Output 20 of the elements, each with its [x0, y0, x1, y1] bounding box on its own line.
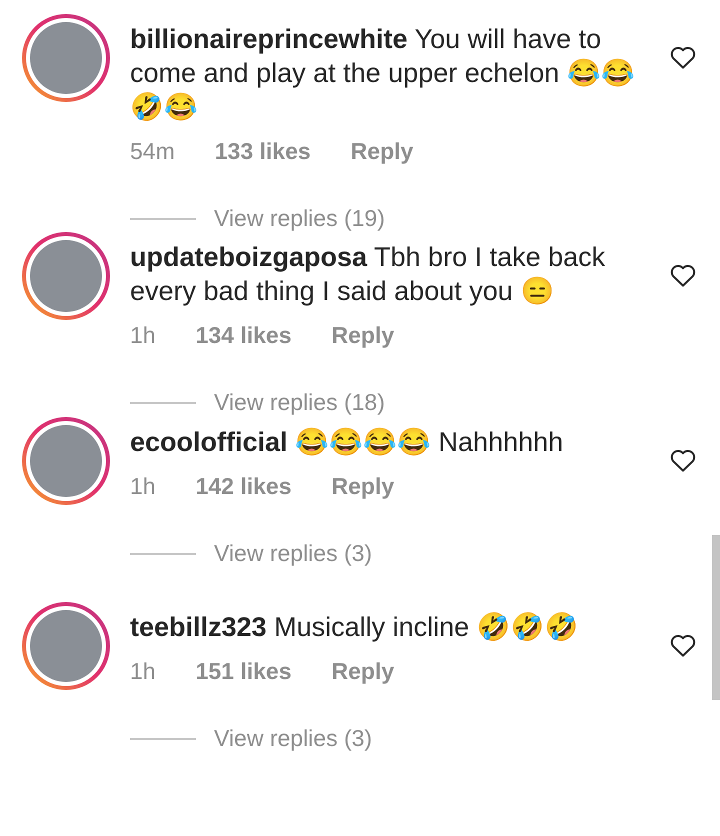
reply-button[interactable]: Reply	[332, 322, 394, 349]
likes-link[interactable]: 133 likes	[214, 138, 311, 165]
view-replies-link[interactable]: View replies (3)	[214, 540, 372, 567]
reply-button[interactable]: Reply	[332, 473, 394, 500]
comment-time: 1h	[130, 473, 156, 500]
likes-link[interactable]: 142 likes	[196, 473, 292, 500]
comment-time: 1h	[130, 322, 156, 349]
comment-text: updateboizgaposa Tbh bro I take back every bad thing I said about you 😑	[130, 241, 606, 308]
comment-text: ecoolofficial 😂😂😂😂 Nahhhhhh	[130, 426, 564, 459]
comment-text: billionaireprincewhite You will have to come and play at the upper echelon 😂😂🤣😂	[130, 23, 636, 124]
comment-time: 1h	[130, 658, 156, 685]
likes-link[interactable]: 134 likes	[196, 322, 292, 349]
reply-button[interactable]: Reply	[350, 138, 414, 165]
comment-text: teebillz323 Musically incline 🤣🤣🤣	[130, 611, 580, 644]
view-replies-link[interactable]: View replies (19)	[214, 205, 385, 232]
reply-button[interactable]: Reply	[332, 658, 394, 685]
comment-time: 54m	[130, 138, 175, 165]
likes-link[interactable]: 151 likes	[196, 658, 292, 685]
view-replies-link[interactable]: View replies (18)	[214, 389, 385, 416]
view-replies-link[interactable]: View replies (3)	[214, 725, 372, 752]
